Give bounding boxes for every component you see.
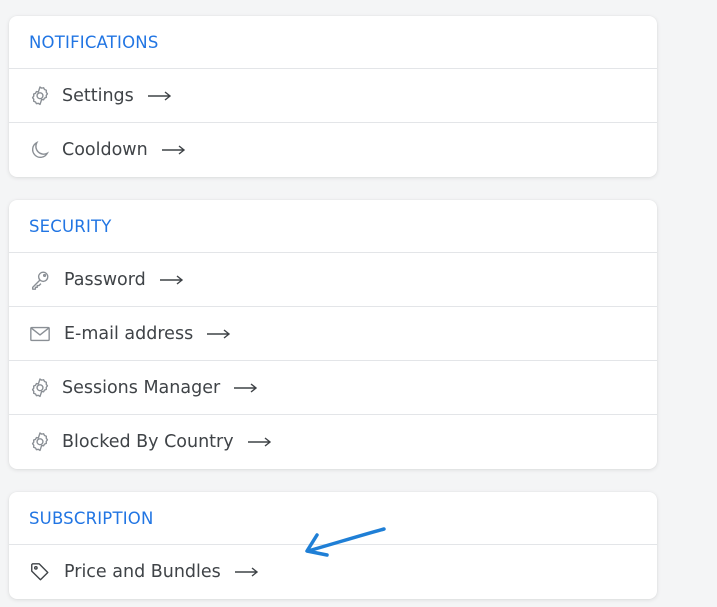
settings-link[interactable]: Settings xyxy=(9,69,657,123)
cooldown-link[interactable]: Cooldown xyxy=(9,123,657,177)
arrow-right-icon xyxy=(234,382,258,394)
notifications-card: NOTIFICATIONS Settings Cooldown xyxy=(9,16,657,177)
arrow-right-icon xyxy=(247,436,272,448)
moon-icon xyxy=(28,138,52,162)
arrow-right-icon xyxy=(159,274,184,286)
email-label: E-mail address xyxy=(64,323,194,344)
section-title-notifications: NOTIFICATIONS xyxy=(9,16,657,69)
tag-icon xyxy=(28,560,52,584)
blocked-by-country-label: Blocked By Country xyxy=(62,432,234,452)
blocked-by-country-link[interactable]: Blocked By Country xyxy=(9,415,657,469)
section-title-security: SECURITY xyxy=(9,200,657,253)
arrow-right-icon xyxy=(207,328,231,340)
gear-icon xyxy=(28,430,52,454)
arrow-right-icon xyxy=(234,566,259,578)
price-and-bundles-label: Price and Bundles xyxy=(64,562,221,582)
security-card: SECURITY Password E-mail address Session… xyxy=(9,200,657,469)
settings-page: NOTIFICATIONS Settings Cooldown SECURITY… xyxy=(0,0,717,607)
arrow-right-icon xyxy=(161,144,186,156)
sessions-manager-label: Sessions Manager xyxy=(62,377,221,398)
arrow-right-icon xyxy=(147,90,172,102)
key-icon xyxy=(28,268,52,292)
password-link[interactable]: Password xyxy=(9,253,657,307)
mail-icon xyxy=(28,322,52,346)
gear-icon xyxy=(28,84,52,108)
annotation-arrow-icon xyxy=(305,527,386,557)
email-link[interactable]: E-mail address xyxy=(9,307,657,361)
settings-label: Settings xyxy=(62,85,134,106)
cooldown-label: Cooldown xyxy=(62,140,148,160)
password-label: Password xyxy=(64,269,146,290)
gear-icon xyxy=(28,376,52,400)
sessions-manager-link[interactable]: Sessions Manager xyxy=(9,361,657,415)
